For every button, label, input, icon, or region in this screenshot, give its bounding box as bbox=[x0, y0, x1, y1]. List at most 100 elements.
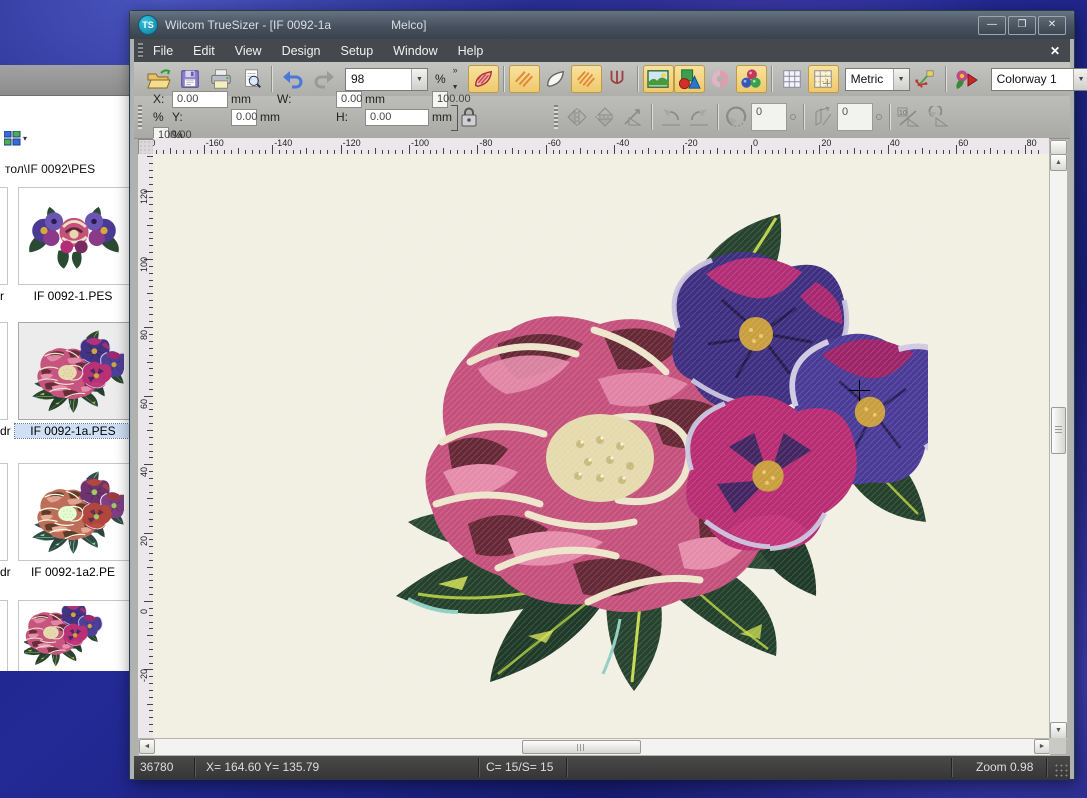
thumbnail-cell[interactable] bbox=[18, 600, 130, 671]
thumbnail-filename[interactable]: IF 0092-1.PES bbox=[15, 289, 131, 303]
thumbnails-view-icon bbox=[4, 131, 21, 146]
thumbnail-cell-cut[interactable] bbox=[0, 600, 8, 671]
thumbnail-cell[interactable] bbox=[18, 187, 130, 285]
horizontal-ruler[interactable]: -180-160-140-120-100-80-60-40-2002040608… bbox=[153, 138, 1049, 155]
embroidery-design[interactable] bbox=[348, 204, 928, 694]
thumbnail-filename[interactable]: IF 0092-1a2.PE bbox=[15, 565, 131, 579]
satin-stitch-button[interactable] bbox=[468, 65, 499, 93]
scroll-up-button[interactable]: ▲ bbox=[1050, 154, 1067, 171]
chevron-down-icon[interactable]: ▼ bbox=[893, 69, 909, 90]
vertical-scrollbar[interactable]: ▲ ▼ bbox=[1049, 139, 1068, 740]
rotate-left-45-button[interactable] bbox=[657, 103, 685, 131]
status-divider bbox=[194, 758, 195, 777]
scroll-left-button[interactable]: ◄ bbox=[139, 739, 155, 754]
document-close-button[interactable]: ✕ bbox=[1050, 44, 1060, 58]
menu-design[interactable]: Design bbox=[272, 41, 331, 61]
zoom-factor-combobox[interactable]: 98 ▼ bbox=[345, 68, 428, 91]
horizontal-scroll-thumb[interactable] bbox=[522, 740, 641, 754]
skew-by-angle-icon bbox=[811, 106, 835, 128]
measurement-units-combobox[interactable]: Metric ▼ bbox=[845, 68, 910, 91]
save-icon bbox=[179, 68, 201, 90]
redo-button[interactable] bbox=[308, 65, 339, 93]
scrollbar-split-button[interactable] bbox=[1050, 140, 1067, 155]
thumbnail-filename-fragment: dr bbox=[0, 565, 13, 579]
scale-10-percent-icon: 10 bbox=[896, 106, 922, 128]
rotate-right-45-button[interactable] bbox=[685, 103, 713, 131]
hruler-label: -100 bbox=[411, 138, 429, 148]
skew-angle-input[interactable]: 0 bbox=[837, 103, 873, 131]
vruler-label: 100 bbox=[139, 257, 149, 272]
menu-file[interactable]: File bbox=[143, 41, 183, 61]
skew-by-angle-button[interactable] bbox=[809, 103, 837, 131]
menu-help[interactable]: Help bbox=[448, 41, 494, 61]
outline-stitch-icon bbox=[544, 68, 566, 90]
colorway-combobox[interactable]: Colorway 1 ▼ bbox=[991, 68, 1087, 91]
show-vectors-button[interactable] bbox=[674, 65, 705, 93]
mirror-vertical-button[interactable] bbox=[591, 103, 619, 131]
lock-aspect-button[interactable] bbox=[450, 98, 484, 136]
scale-by-reference-button[interactable] bbox=[619, 103, 647, 131]
vruler-label: 60 bbox=[139, 399, 149, 409]
toolbar-overflow-button[interactable]: »▼ bbox=[452, 66, 459, 92]
cursor-position: X= 164.60 Y= 135.79 bbox=[206, 760, 319, 774]
x-input[interactable]: 0.00 bbox=[172, 91, 228, 108]
thumbnail-cell-cut[interactable] bbox=[0, 322, 8, 420]
stitch-player-button[interactable] bbox=[951, 65, 982, 93]
scroll-right-button[interactable]: ► bbox=[1034, 739, 1050, 754]
rotate-angle-input[interactable]: 0 bbox=[751, 103, 787, 131]
design-canvas[interactable] bbox=[153, 154, 1049, 738]
thumbnail-cell-cut[interactable] bbox=[0, 187, 8, 285]
horizontal-scrollbar[interactable]: ◄ ► bbox=[138, 738, 1051, 756]
w-percent-input[interactable]: 100.00 bbox=[432, 91, 448, 108]
stitch-count: 36780 bbox=[140, 760, 173, 774]
thumbnail-filename[interactable]: IF 0092-1a.PES bbox=[15, 424, 131, 438]
save-button[interactable] bbox=[174, 65, 205, 93]
scale-10-percent-button[interactable]: 10 bbox=[895, 103, 923, 131]
toolbar-separator bbox=[771, 66, 773, 92]
x-label: X: bbox=[153, 92, 169, 106]
break-apart-button[interactable] bbox=[923, 103, 951, 131]
outline-stitch-button[interactable] bbox=[540, 65, 571, 93]
colorway-value: Colorway 1 bbox=[997, 72, 1057, 86]
thread-colors-button[interactable] bbox=[736, 65, 767, 93]
w-input[interactable]: 0.00 bbox=[336, 91, 362, 108]
reshape-button[interactable] bbox=[910, 65, 941, 93]
show-bitmap-button[interactable] bbox=[643, 65, 674, 93]
scroll-down-button[interactable]: ▼ bbox=[1050, 722, 1067, 739]
resize-grip[interactable] bbox=[1054, 763, 1068, 777]
minimize-button[interactable]: — bbox=[978, 16, 1006, 35]
show-rulers-guides-button[interactable] bbox=[808, 65, 839, 93]
menu-view[interactable]: View bbox=[225, 41, 272, 61]
thumbnail-cell[interactable] bbox=[18, 463, 130, 561]
thumbnail-cell[interactable] bbox=[18, 322, 130, 420]
tatami-stitch-button[interactable] bbox=[509, 65, 540, 93]
toolbar-grip[interactable] bbox=[554, 105, 558, 129]
close-button[interactable]: ✕ bbox=[1038, 16, 1066, 35]
views-button[interactable]: ▾ bbox=[4, 125, 36, 151]
thumbnail-cell-cut[interactable] bbox=[0, 463, 8, 561]
show-grid-button[interactable] bbox=[777, 65, 808, 93]
print-preview-button[interactable] bbox=[236, 65, 267, 93]
open-folder-button[interactable] bbox=[143, 65, 174, 93]
vertical-scroll-thumb[interactable] bbox=[1051, 407, 1066, 454]
menu-edit[interactable]: Edit bbox=[183, 41, 225, 61]
h-input[interactable]: 0.00 bbox=[365, 109, 429, 126]
chevron-down-icon[interactable]: ▼ bbox=[1073, 69, 1087, 90]
menu-setup[interactable]: Setup bbox=[331, 41, 384, 61]
title-bar[interactable]: TS Wilcom TrueSizer - [IF 0092-1a Melco]… bbox=[130, 11, 1074, 39]
toolbar-grip[interactable] bbox=[138, 105, 142, 129]
rotate-by-angle-button[interactable] bbox=[723, 103, 751, 131]
fill-stitch-button[interactable] bbox=[571, 65, 602, 93]
print-button[interactable] bbox=[205, 65, 236, 93]
y-input[interactable]: 0.00 bbox=[231, 109, 257, 126]
mirror-horizontal-button[interactable] bbox=[563, 103, 591, 131]
show-repeats-button[interactable] bbox=[705, 65, 736, 93]
undo-button[interactable] bbox=[277, 65, 308, 93]
menu-window[interactable]: Window bbox=[383, 41, 447, 61]
show-rulers-guides-icon bbox=[812, 68, 834, 90]
chevron-down-icon: ▾ bbox=[23, 134, 27, 143]
vertical-ruler[interactable]: 120100806040200-20-40 bbox=[138, 154, 154, 738]
maximize-button[interactable]: ❐ bbox=[1008, 16, 1036, 35]
chevron-down-icon[interactable]: ▼ bbox=[411, 69, 427, 90]
needle-points-button[interactable] bbox=[602, 65, 633, 93]
